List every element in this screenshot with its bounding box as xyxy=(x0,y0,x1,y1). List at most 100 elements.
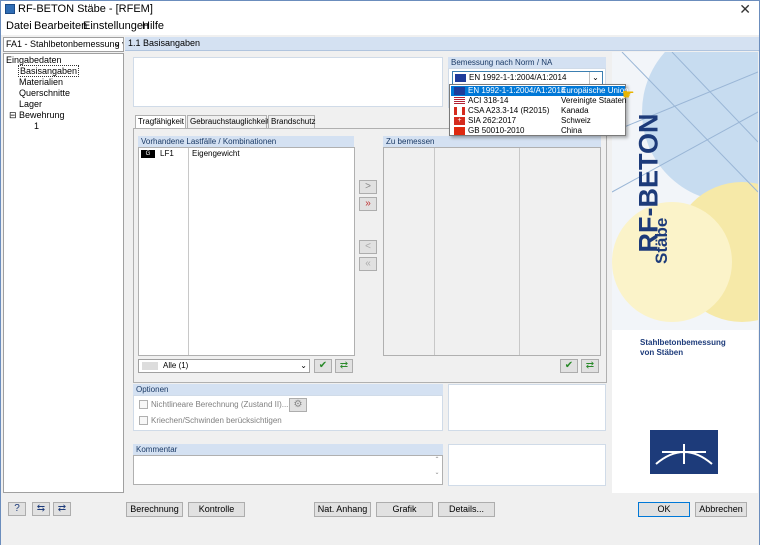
main-window: RF-BETON Stäbe - [RFEM] ✕ Datei Bearbeit… xyxy=(0,0,760,545)
menu-einstellungen[interactable]: Einstellungen xyxy=(83,20,149,32)
norm-selected: EN 1992-1-1:2004/A1:2014 xyxy=(469,73,567,82)
scrollbar[interactable]: ⌃ ⌄ xyxy=(432,456,442,484)
norm-label: Bemessung nach Norm / NA xyxy=(448,57,606,68)
berechnung-button[interactable]: Berechnung xyxy=(126,502,183,517)
norm-option-country: Kanada xyxy=(561,106,589,115)
kontrolle-button[interactable]: Kontrolle xyxy=(188,502,245,517)
case-selector-value: FA1 - Stahlbetonbemessung vo xyxy=(6,39,124,49)
norm-option-country: Vereinigte Staaten xyxy=(561,96,627,105)
ca-flag-icon xyxy=(454,107,465,115)
remove-button[interactable]: < xyxy=(359,240,377,254)
comment-title: Kommentar xyxy=(133,444,443,455)
norm-option[interactable]: GB 50010-2010 China xyxy=(451,126,625,136)
nonlinear-checkbox[interactable]: Nichtlineare Berechnung (Zustand II)... xyxy=(139,400,289,410)
filter-value: Alle (1) xyxy=(163,361,189,370)
tree-item-lager[interactable]: Lager xyxy=(19,99,42,109)
add-all-button[interactable]: » xyxy=(359,197,377,211)
app-icon xyxy=(5,4,15,14)
options-info-box xyxy=(448,384,606,431)
tab-tragfaehigkeit[interactable]: Tragfähigkeit xyxy=(135,115,186,128)
title-bar: RF-BETON Stäbe - [RFEM] ✕ xyxy=(1,1,759,18)
select-all-icon[interactable]: ✔ xyxy=(314,359,332,373)
load-name: Eigengewicht xyxy=(192,149,240,158)
tree-item-eingabedaten[interactable]: Eingabedaten xyxy=(6,55,62,65)
tree-item-bewehrung[interactable]: Bewehrung xyxy=(19,110,65,120)
filter-swatch xyxy=(142,362,158,370)
help-icon[interactable]: ? xyxy=(8,502,26,516)
ok-button[interactable]: OK xyxy=(638,502,690,517)
norm-option[interactable]: CSA A23.3-14 (R2015) Kanada xyxy=(451,106,625,116)
tree-item-bewehrung-1[interactable]: 1 xyxy=(34,121,39,131)
options-title: Optionen xyxy=(133,384,443,395)
norm-option-code: ACI 318-14 xyxy=(468,96,509,105)
norm-dropdown-list: EN 1992-1-1:2004/A1:2014 Europäische Uni… xyxy=(449,84,629,136)
chevron-down-icon: ⌄ xyxy=(589,72,601,84)
chevron-down-icon: ⌄ xyxy=(300,361,307,370)
nat-anhang-button[interactable]: Nat. Anhang xyxy=(314,502,371,517)
settings-icon[interactable]: ⚙ xyxy=(289,398,307,412)
tree-item-materialien[interactable]: Materialien xyxy=(19,77,63,87)
collapse-icon[interactable]: ⊟ xyxy=(9,110,17,121)
remove-all-button[interactable]: « xyxy=(359,257,377,271)
close-icon[interactable]: ✕ xyxy=(739,1,751,18)
chevron-down-icon: ⌄ xyxy=(113,38,121,48)
load-tag: G xyxy=(141,150,155,158)
info-box xyxy=(133,57,443,107)
export-icon[interactable]: ⇄ xyxy=(53,502,71,516)
tab-gebrauchstauglichkeit[interactable]: Gebrauchstauglichkeit xyxy=(187,115,269,128)
design-title: Zu bemessen xyxy=(383,136,601,147)
select-all-icon[interactable]: ✔ xyxy=(560,359,578,373)
add-button[interactable]: > xyxy=(359,180,377,194)
norm-option-country: Schweiz xyxy=(561,116,591,125)
eu-flag-icon xyxy=(455,74,466,82)
nonlinear-label: Nichtlineare Berechnung (Zustand II)... xyxy=(151,400,289,409)
brand-panel: RF-BETON Stäbe Stahlbetonbemessung von S… xyxy=(612,52,758,493)
creep-checkbox[interactable]: Kriechen/Schwinden berücksichtigen xyxy=(139,416,282,426)
norm-option-code: EN 1992-1-1:2004/A1:2014 xyxy=(468,86,566,95)
eu-flag-icon xyxy=(454,87,465,95)
norm-option[interactable]: ACI 318-14 Vereinigte Staaten xyxy=(451,96,627,106)
menu-hilfe[interactable]: Hilfe xyxy=(142,20,164,32)
norm-option-country: China xyxy=(561,126,582,135)
page-title: 1.1 Basisangaben xyxy=(125,37,759,51)
loads-title: Vorhandene Lastfälle / Kombinationen xyxy=(138,136,354,147)
import-icon[interactable]: ⇆ xyxy=(32,502,50,516)
norm-option-code: GB 50010-2010 xyxy=(468,126,525,135)
options-box: Nichtlineare Berechnung (Zustand II)... … xyxy=(133,395,443,431)
norm-option-code: SIA 262:2017 xyxy=(468,116,517,125)
brand-desc-2: von Stäben xyxy=(640,348,684,357)
ch-flag-icon: + xyxy=(454,117,465,125)
details-button[interactable]: Details... xyxy=(438,502,495,517)
invert-selection-icon[interactable]: ⇄ xyxy=(335,359,353,373)
load-id: LF1 xyxy=(160,149,174,158)
creep-label: Kriechen/Schwinden berücksichtigen xyxy=(151,416,282,425)
comment-info-box xyxy=(448,444,606,486)
navigator-tree: Eingabedaten Basisangaben Materialien Qu… xyxy=(3,53,124,493)
design-list xyxy=(383,147,601,356)
abbrechen-button[interactable]: Abbrechen xyxy=(695,502,747,517)
list-item[interactable]: G LF1 Eigengewicht xyxy=(140,149,353,159)
window-title: RF-BETON Stäbe - [RFEM] xyxy=(18,3,153,15)
norm-select[interactable]: EN 1992-1-1:2004/A1:2014 ⌄ xyxy=(452,71,603,85)
comment-input[interactable]: ⌃ ⌄ xyxy=(133,455,443,485)
filter-select[interactable]: Alle (1) ⌄ xyxy=(138,359,310,373)
norm-option[interactable]: EN 1992-1-1:2004/A1:2014 Europäische Uni… xyxy=(451,86,629,96)
norm-option-code: CSA A23.3-14 (R2015) xyxy=(468,106,550,115)
case-selector[interactable]: FA1 - Stahlbetonbemessung vo ⌄ xyxy=(3,37,124,52)
button-bar: ? ⇆ ⇄ Berechnung Kontrolle Nat. Anhang G… xyxy=(1,493,759,545)
menu-bearbeiten[interactable]: Bearbeiten xyxy=(34,20,87,32)
invert-selection-icon[interactable]: ⇄ xyxy=(581,359,599,373)
norm-option-country: Europäische Union xyxy=(561,86,629,95)
cn-flag-icon xyxy=(454,127,465,135)
brand-desc-1: Stahlbetonbemessung xyxy=(640,338,726,347)
cursor-icon: ☛ xyxy=(622,86,635,102)
menu-bar: Datei Bearbeiten Einstellungen Hilfe xyxy=(1,18,759,35)
brand-sub: Stäbe xyxy=(652,217,671,264)
tab-brandschutz[interactable]: Brandschutz xyxy=(268,115,315,128)
tree-item-basisangaben[interactable]: Basisangaben xyxy=(17,65,80,77)
tree-item-querschnitte[interactable]: Querschnitte xyxy=(19,88,70,98)
grafik-button[interactable]: Grafik xyxy=(376,502,433,517)
norm-option[interactable]: + SIA 262:2017 Schweiz xyxy=(451,116,625,126)
loads-list: G LF1 Eigengewicht xyxy=(138,147,355,356)
menu-datei[interactable]: Datei xyxy=(6,20,32,32)
